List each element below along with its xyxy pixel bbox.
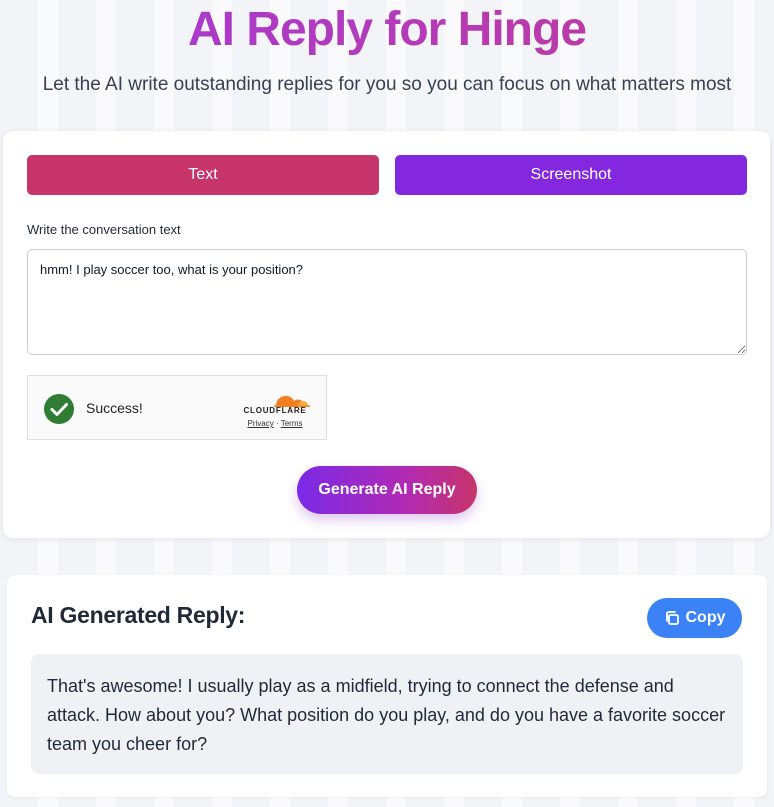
privacy-link[interactable]: Privacy xyxy=(248,419,274,428)
tab-screenshot[interactable]: Screenshot xyxy=(395,155,747,195)
copy-button[interactable]: Copy xyxy=(647,598,742,638)
generated-reply-text: That's awesome! I usually play as a midf… xyxy=(31,654,743,774)
tab-text[interactable]: Text xyxy=(27,155,379,195)
page-subtitle: Let the AI write outstanding replies for… xyxy=(42,74,732,95)
generate-reply-button[interactable]: Generate AI Reply xyxy=(297,466,477,514)
cloudflare-brand: CLOUDFLARE xyxy=(243,406,307,415)
conversation-label: Write the conversation text xyxy=(27,222,181,237)
result-card: AI Generated Reply: Copy That's awesome!… xyxy=(7,575,767,797)
links-separator: · xyxy=(275,419,279,428)
captcha-links: Privacy · Terms xyxy=(236,419,314,428)
captcha-status: Success! xyxy=(86,400,143,416)
copy-label: Copy xyxy=(685,609,726,626)
check-circle-icon xyxy=(44,394,74,424)
page-title: AI Reply for Hinge xyxy=(0,2,774,58)
input-card: Text Screenshot Write the conversation t… xyxy=(3,131,770,538)
cloudflare-captcha[interactable]: Success! CLOUDFLARE Privacy · Terms xyxy=(27,375,327,440)
terms-link[interactable]: Terms xyxy=(281,419,303,428)
copy-icon xyxy=(665,611,679,625)
result-title: AI Generated Reply: xyxy=(31,602,246,628)
conversation-input[interactable]: hmm! I play soccer too, what is your pos… xyxy=(27,249,747,355)
